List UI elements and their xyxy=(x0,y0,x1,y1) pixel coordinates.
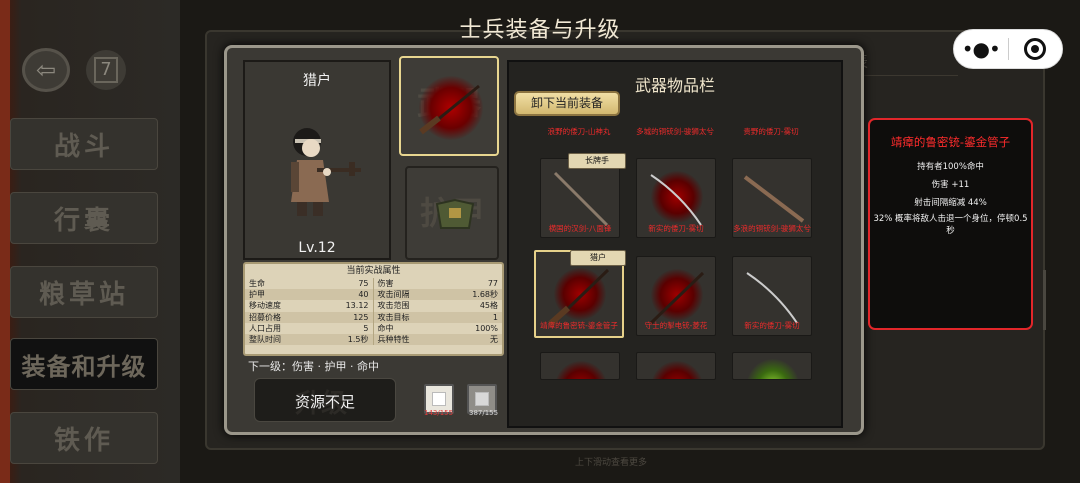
scroll-hint: 上下滑动查看更多 xyxy=(575,458,648,468)
weapon-name[interactable]: 新实的倭刀-雾切 xyxy=(724,320,820,331)
resource-cloth-count: 143/155 xyxy=(424,409,454,417)
weapon-name[interactable]: 多浪的铜铳剑-骏狮太兮 xyxy=(724,223,820,234)
sidebar-item-supply[interactable]: 粮草站 xyxy=(10,266,158,318)
weapon-name[interactable]: 新实的倭刀-雾切 xyxy=(628,223,724,234)
unequip-button[interactable]: 卸下当前装备 xyxy=(514,91,620,116)
stats-title: 当前实战属性 xyxy=(346,266,401,276)
musket-icon xyxy=(419,84,480,135)
hunter-figure-icon xyxy=(291,128,361,216)
armor-slot[interactable]: 护甲 xyxy=(405,166,499,260)
weapon-name[interactable]: 贵野的倭刀-雾切 xyxy=(723,126,819,137)
weapon-name[interactable]: 浪野的倭刀-山神丸 xyxy=(531,126,627,137)
stats-row: 人口占用 5 命中 100% xyxy=(245,322,502,334)
sidebar-item-forge[interactable]: 铁作 xyxy=(10,412,158,464)
rarity-glow xyxy=(555,361,607,379)
weapon-name[interactable]: 守士的掣电铳-菱花 xyxy=(628,320,724,331)
more-dots-icon[interactable]: •●• xyxy=(954,37,1008,61)
weapon-slot-item[interactable] xyxy=(732,352,812,380)
weapon-name[interactable]: 靖瘴的鲁密铳-鎏金管子 xyxy=(531,320,627,331)
upgrade-button[interactable]: 升级 资源不足 xyxy=(254,378,396,422)
item-effect: 射击间隔缩减 44% xyxy=(914,198,987,208)
calendar-icon: 7 xyxy=(94,57,118,83)
mini-program-capsule: •●• xyxy=(953,29,1063,69)
soldier-level: Lv.12 xyxy=(298,240,336,256)
sidebar-item-bag[interactable]: 行囊 xyxy=(10,192,158,244)
cloth-icon xyxy=(432,392,446,406)
weapon-name[interactable]: 多城的铜铳剑-骏狮太兮 xyxy=(627,126,723,137)
sidebar-border xyxy=(0,0,10,483)
sidebar-item-equipment[interactable]: 装备和升级 xyxy=(10,338,158,390)
soldier-name: 猎户 xyxy=(303,73,331,89)
owner-tag: 长牌手 xyxy=(568,153,626,169)
upgrade-button-label: 资源不足 xyxy=(294,393,355,411)
back-arrow-icon: ⇦ xyxy=(35,56,57,84)
armor-icon xyxy=(435,198,475,229)
weapon-name[interactable]: 横国的汉剑-八面锋 xyxy=(532,223,628,234)
owner-tag: 猎户 xyxy=(570,250,626,266)
rarity-glow xyxy=(651,361,703,379)
item-detail-panel: 靖瘴的鲁密铳-鎏金管子 持有者100%命中 伤害 +11 射击间隔缩减 44% … xyxy=(868,118,1033,330)
item-effect: 32% 概率将敌人击退一个身位，停顿0.5秒 xyxy=(873,214,1028,236)
iron-icon xyxy=(475,392,489,406)
stats-row: 生命 75 伤害 77 xyxy=(245,278,502,290)
rarity-glow xyxy=(747,359,799,379)
soldier-card: 猎户 Lv.12 xyxy=(243,60,391,260)
item-effect: 持有者100%命中 xyxy=(917,162,984,172)
stats-row: 移动速度 13.12 攻击范围 45格 xyxy=(245,300,502,312)
stats-row: 招募价格 125 攻击目标 1 xyxy=(245,311,502,323)
weapon-slot-item[interactable] xyxy=(540,352,620,380)
item-effect: 伤害 +11 xyxy=(931,180,970,190)
calendar-button[interactable]: 7 xyxy=(86,50,126,90)
stats-table: 当前实战属性 生命 75 伤害 77 护甲 40 攻击间隔 1.68秒 移动速度 13.1… xyxy=(243,262,504,356)
stats-row: 护甲 40 攻击间隔 1.68秒 xyxy=(245,289,502,301)
stats-row: 整队时间 1.5秒 兵种特性无 xyxy=(245,333,502,346)
weapon-slot[interactable]: 武器 xyxy=(399,56,499,156)
item-name: 靖瘴的鲁密铳-鎏金管子 xyxy=(890,135,1011,149)
sidebar-item-battle[interactable]: 战斗 xyxy=(10,118,158,170)
weapon-slot-item[interactable] xyxy=(636,352,716,380)
next-level-info: 下一级：伤害 · 护甲 · 命中 xyxy=(248,360,379,373)
page-title: 士兵装备与升级 xyxy=(459,18,621,43)
close-button[interactable] xyxy=(1008,38,1062,60)
record-circle-icon xyxy=(1024,38,1047,60)
back-button[interactable]: ⇦ xyxy=(22,48,70,92)
resource-iron-count: 387/155 xyxy=(469,409,499,417)
scrollbar[interactable] xyxy=(1043,270,1046,330)
